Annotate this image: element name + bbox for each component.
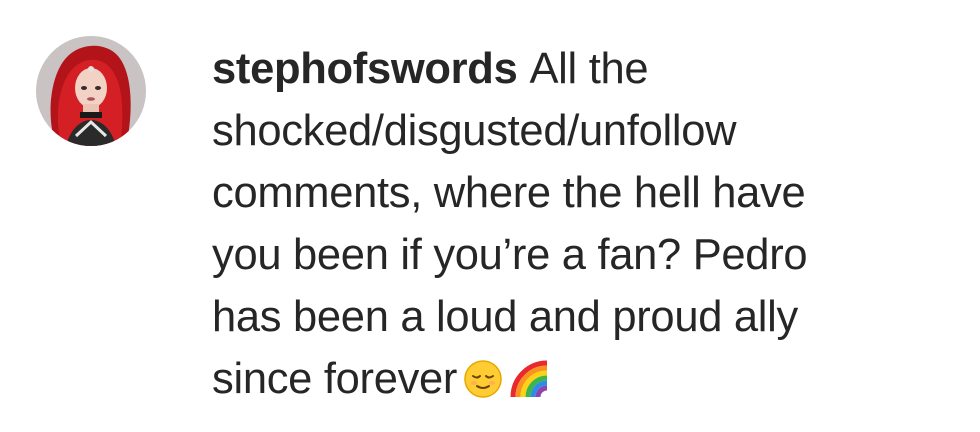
comment-line-3: comments, where the hell have: [212, 169, 806, 217]
relieved-face-emoji: [463, 354, 503, 416]
avatar-image: [36, 36, 146, 146]
comment-line-2: shocked/disgusted/unfollow: [212, 107, 737, 155]
comment-line-5: has been a loud and proud ally: [212, 293, 798, 341]
avatar[interactable]: [36, 36, 146, 146]
comment-line-1: All the: [529, 45, 649, 93]
comment-line-4: you been if you’re a fan? Pedro: [212, 231, 808, 279]
comment: stephofswords All the shocked/disgusted/u…: [0, 0, 980, 432]
comment-line-6: since forever: [212, 355, 458, 403]
rainbow-emoji: [509, 354, 551, 416]
comment-username[interactable]: stephofswords: [212, 45, 518, 93]
comment-text: stephofswords All the shocked/disgusted/u…: [212, 38, 942, 416]
